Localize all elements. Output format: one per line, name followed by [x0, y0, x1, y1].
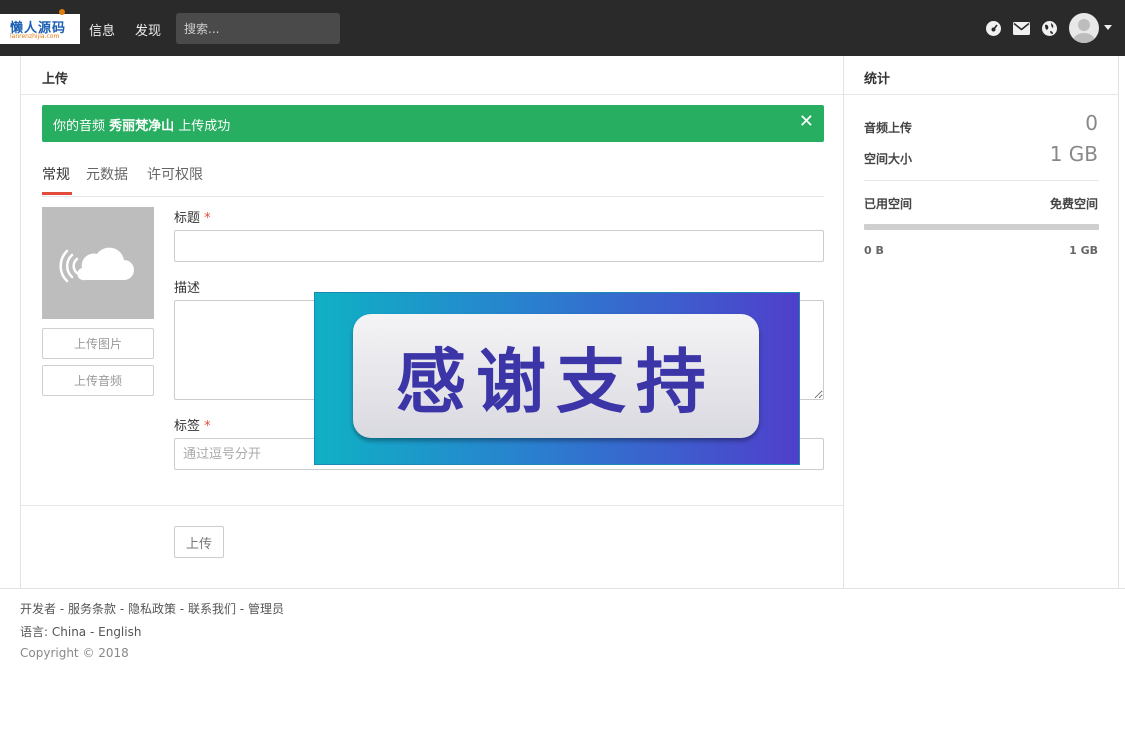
footer: 开发者 - 服务条款 - 隐私政策 - 联系我们 - 管理员 语言: China…	[0, 588, 1125, 737]
alert-suffix: 上传成功	[174, 119, 231, 134]
dashboard-icon[interactable]	[983, 18, 1003, 38]
footer-separator: -	[86, 625, 99, 639]
alert-audio-name: 秀丽梵净山	[109, 119, 175, 134]
nav-discover-link[interactable]: 发现	[135, 20, 161, 39]
storage-progress-bar	[864, 224, 1099, 230]
logo-mark	[59, 9, 65, 15]
nav-info-link[interactable]: 信息	[89, 20, 115, 39]
uploads-value: 0	[1085, 111, 1098, 135]
globe-icon[interactable]	[1039, 18, 1059, 38]
stats-panel: 统计 音频上传 0 空间大小 1 GB 已用空间 免费空间 0 B 1 GB	[844, 56, 1119, 588]
description-label: 描述	[174, 281, 201, 296]
tab-general[interactable]: 常规	[42, 164, 70, 184]
footer-separator: -	[116, 602, 128, 616]
footer-link-admin[interactable]: 管理员	[248, 602, 284, 616]
footer-separator: -	[235, 602, 248, 616]
free-space-label: 免费空间	[1049, 197, 1098, 211]
title-label-text: 标题	[174, 211, 201, 226]
footer-links: 开发者 - 服务条款 - 隐私政策 - 联系我们 - 管理员	[20, 600, 284, 617]
used-amount: 0 B	[864, 244, 884, 257]
tab-license[interactable]: 许可权限	[147, 164, 203, 184]
footer-link-privacy[interactable]: 隐私政策	[128, 602, 176, 616]
upload-audio-button[interactable]: 上传音频	[42, 365, 154, 396]
footer-link-developer[interactable]: 开发者	[20, 602, 56, 616]
submit-upload-button[interactable]: 上传	[174, 526, 224, 558]
logo-subtext: lanrenzhijia.com	[10, 33, 60, 40]
form-divider	[21, 505, 843, 506]
space-label: 空间大小	[864, 152, 913, 166]
thanks-banner: 感谢支持	[314, 292, 800, 465]
space-value: 1 GB	[1049, 142, 1098, 166]
upload-panel-title: 上传	[42, 72, 69, 87]
top-navbar: 懒人源码 lanrenzhijia.com 信息 发现	[0, 0, 1125, 56]
required-marker: *	[204, 419, 211, 434]
thanks-banner-text: 感谢支持	[396, 340, 716, 423]
stats-divider	[864, 180, 1099, 181]
language-english[interactable]: English	[98, 625, 141, 639]
copyright: Copyright © 2018	[20, 646, 129, 660]
mail-icon[interactable]	[1011, 18, 1031, 38]
active-tab-indicator	[42, 192, 72, 195]
required-marker: *	[204, 211, 211, 226]
used-space-label: 已用空间	[864, 197, 913, 211]
alert-prefix: 你的音频	[53, 119, 110, 134]
success-alert: 你的音频 秀丽梵净山 上传成功 ✕	[42, 105, 824, 142]
upload-image-button[interactable]: 上传图片	[42, 328, 154, 359]
total-amount: 1 GB	[1069, 244, 1098, 257]
title-label: 标题 *	[174, 207, 211, 226]
language-china[interactable]: China	[52, 625, 86, 639]
footer-separator: -	[175, 602, 188, 616]
uploads-label: 音频上传	[864, 121, 913, 135]
stats-panel-title: 统计	[864, 72, 891, 87]
tab-metadata[interactable]: 元数据	[86, 164, 128, 184]
cover-image-placeholder	[42, 207, 154, 319]
site-logo[interactable]: 懒人源码 lanrenzhijia.com	[0, 9, 80, 44]
user-avatar[interactable]	[1069, 13, 1099, 43]
tags-label: 标签 *	[174, 415, 211, 434]
search-input[interactable]	[176, 13, 340, 44]
chevron-down-icon[interactable]	[1104, 25, 1112, 30]
language-label: 语言:	[20, 625, 49, 639]
tabs-divider	[42, 196, 824, 197]
cloud-icon	[59, 247, 134, 283]
thanks-banner-plate: 感谢支持	[353, 314, 759, 438]
divider	[21, 94, 843, 95]
close-icon[interactable]: ✕	[799, 113, 814, 131]
footer-link-terms[interactable]: 服务条款	[68, 602, 116, 616]
footer-language: 语言: China - English	[20, 623, 141, 640]
footer-link-contact[interactable]: 联系我们	[188, 602, 236, 616]
alert-message: 你的音频 秀丽梵净山 上传成功	[53, 115, 230, 134]
divider	[844, 94, 1118, 95]
title-input[interactable]	[174, 230, 824, 262]
footer-separator: -	[56, 602, 68, 616]
tags-label-text: 标签	[174, 419, 201, 434]
